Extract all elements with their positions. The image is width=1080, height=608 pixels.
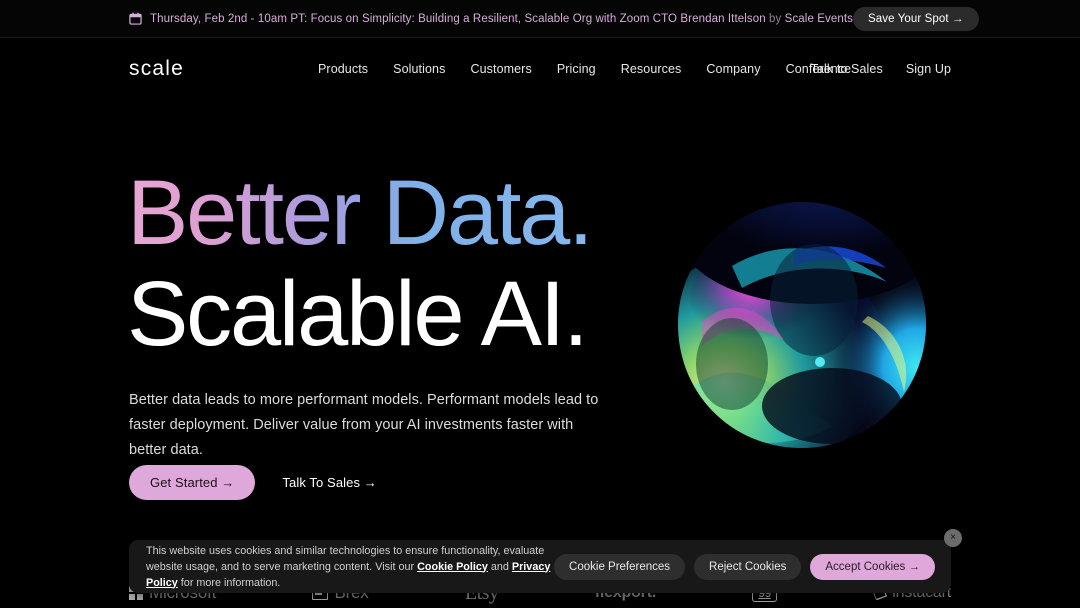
nav-item-company[interactable]: Company [706,62,760,76]
hero-headline-line1: Better Data. [127,162,594,264]
announcement-by: by [765,12,785,25]
get-started-button[interactable]: Get Started → [129,465,256,500]
cookie-text-part3: for more information. [177,576,281,589]
calendar-icon [129,12,142,25]
hero-headline-line2: Scalable AI. [127,263,589,365]
nav-item-solutions[interactable]: Solutions [393,62,445,76]
nav-item-customers[interactable]: Customers [470,62,531,76]
announcement-content[interactable]: Thursday, Feb 2nd - 10am PT: Focus on Si… [129,12,853,25]
announcement-text-main: Thursday, Feb 2nd - 10am PT: Focus on Si… [150,12,766,25]
hero-subtitle: Better data leads to more performant mod… [129,392,599,458]
cookie-button-group: Cookie Preferences Reject Cookies Accept… [554,553,935,580]
cookie-preferences-button[interactable]: Cookie Preferences [554,553,686,580]
scale-logo[interactable]: scale [129,58,184,79]
cookie-text-part2: and [487,560,512,573]
close-icon[interactable]: × [944,529,962,547]
cookie-consent-text: This website uses cookies and similar te… [146,543,554,591]
cookie-policy-link[interactable]: Cookie Policy [417,561,488,573]
nav-links: Products Solutions Customers Pricing Res… [318,62,851,76]
save-your-spot-button[interactable]: Save Your Spot → [853,6,979,31]
hero-headline: Better Data. Scalable AI. [127,162,594,365]
cookie-consent-banner: This website uses cookies and similar te… [129,529,962,593]
announcement-banner: Thursday, Feb 2nd - 10am PT: Focus on Si… [0,0,1080,38]
announcement-inner: Thursday, Feb 2nd - 10am PT: Focus on Si… [129,6,979,31]
announcement-source: Scale Events [784,12,853,25]
nav-item-products[interactable]: Products [318,62,368,76]
reject-cookies-button[interactable]: Reject Cookies [694,553,802,580]
hero-graphic [672,196,934,454]
nav-item-pricing[interactable]: Pricing [557,62,596,76]
accept-cookies-button[interactable]: Accept Cookies → [810,553,935,580]
hero-cta-group: Get Started → Talk To Sales → [129,465,388,500]
page-root: Thursday, Feb 2nd - 10am PT: Focus on Si… [0,0,1080,608]
talk-to-sales-button[interactable]: Talk To Sales → [271,465,387,500]
nav-talk-to-sales[interactable]: Talk to Sales [811,62,883,76]
nav-right-links: Talk to Sales Sign Up [811,62,951,76]
main-navigation: scale Products Solutions Customers Prici… [0,38,1080,103]
nav-item-resources[interactable]: Resources [621,62,682,76]
iridescent-orb-icon [678,202,927,448]
announcement-text: Thursday, Feb 2nd - 10am PT: Focus on Si… [150,13,853,25]
nav-sign-up[interactable]: Sign Up [906,62,951,76]
